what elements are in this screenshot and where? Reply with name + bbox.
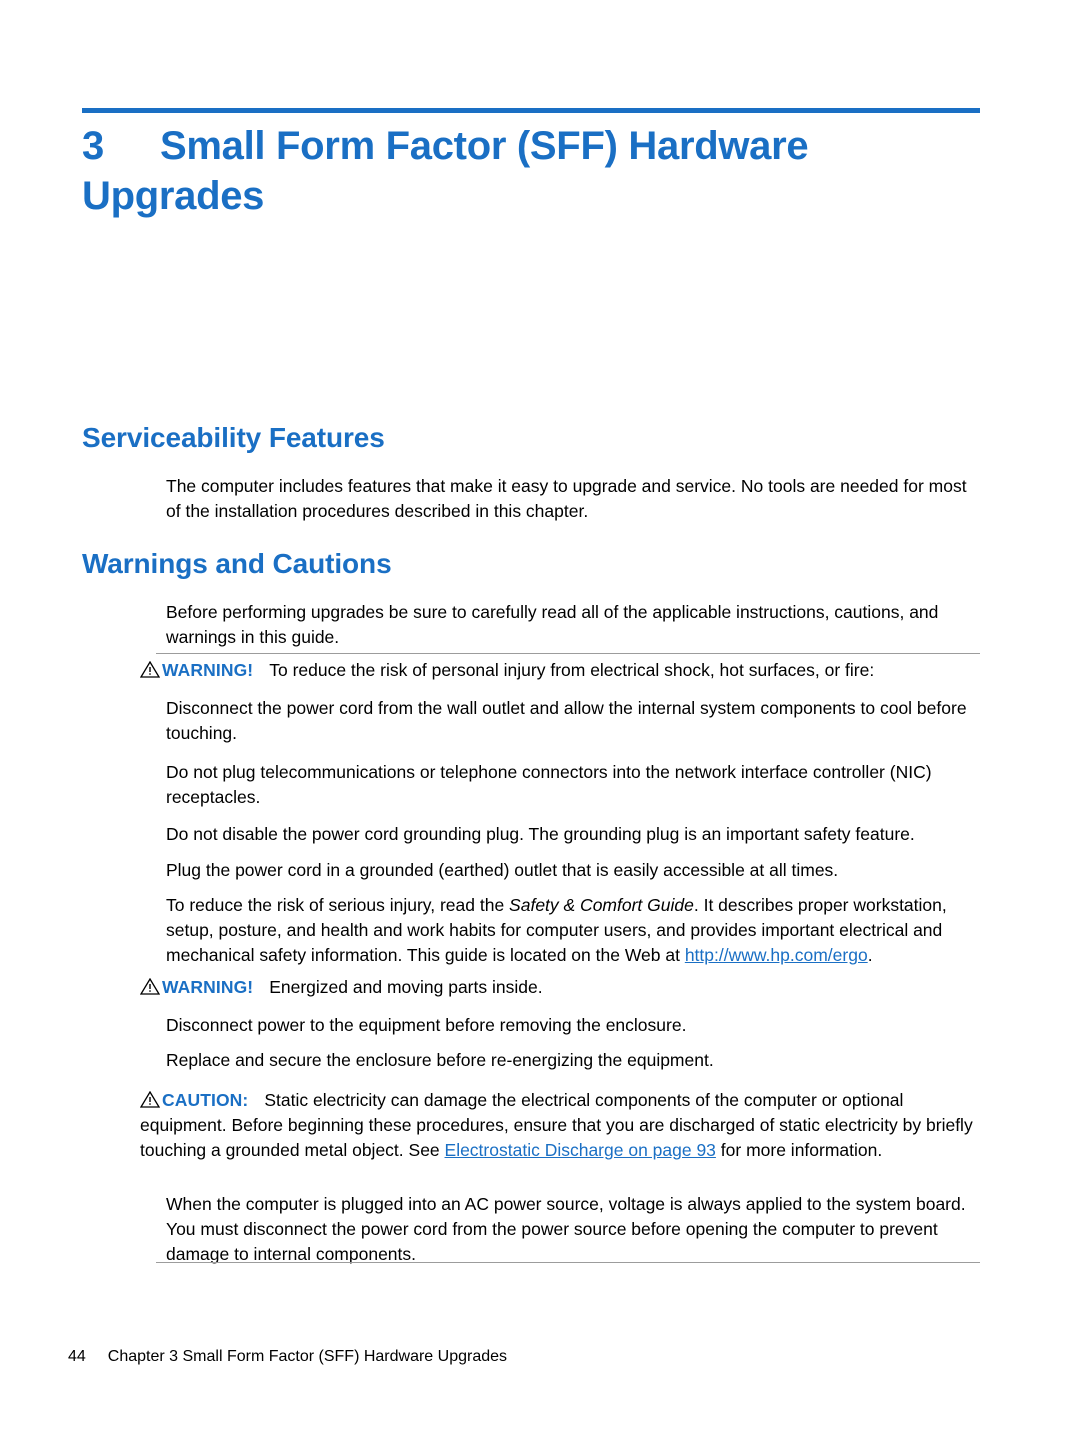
warning-triangle-icon [139, 977, 161, 995]
heading-warnings-and-cautions: Warnings and Cautions [82, 548, 392, 579]
paragraph-warnings-intro: Before performing upgrades be sure to ca… [166, 602, 939, 647]
caution-notice: CAUTION: Static electricity can damage th… [139, 1088, 980, 1163]
warning-label-1: WARNING! [162, 660, 254, 680]
warning1-p5-text-a: To reduce the risk of serious injury, re… [166, 895, 510, 915]
heading-serviceability-features: Serviceability Features [82, 422, 385, 453]
caution-label: CAUTION: [162, 1090, 249, 1110]
chapter-top-rule [82, 108, 980, 113]
electrostatic-discharge-link[interactable]: Electrostatic Discharge on page 93 [445, 1140, 716, 1160]
footer-chapter-text: Chapter 3 Small Form Factor (SFF) Hardwa… [107, 1348, 508, 1365]
warning-text-2: Energized and moving parts inside. [269, 977, 543, 997]
chapter-title-text: Small Form Factor (SFF) Hardware Upgrade… [82, 124, 809, 218]
caution-triangle-icon [139, 1090, 161, 1108]
warning-triangle-icon [139, 660, 161, 678]
safety-comfort-guide-title: Safety & Comfort Guide [509, 895, 694, 915]
chapter-heading: 3 Small Form Factor (SFF) Hardware Upgrad… [82, 122, 982, 221]
notice-rule-top [156, 653, 980, 654]
paragraph-serviceability-body: The computer includes features that make… [166, 476, 967, 521]
warning1-paragraph-5: To reduce the risk of serious injury, re… [166, 893, 980, 968]
warning-text-1: To reduce the risk of personal injury fr… [269, 660, 875, 680]
caution-paragraph-2: When the computer is plugged into an AC … [166, 1194, 966, 1264]
notice-rule-bottom [156, 1262, 980, 1263]
caution-text-b: for more information. [715, 1140, 883, 1160]
warning1-paragraph-3: Do not disable the power cord grounding … [166, 824, 915, 844]
warning1-p5-text-c: . [867, 945, 873, 965]
warning1-paragraph-1: Disconnect the power cord from the wall … [166, 698, 967, 743]
warning-notice-1: WARNING! To reduce the risk of personal i… [139, 658, 980, 683]
warning1-paragraph-4: Plug the power cord in a grounded (earth… [166, 860, 839, 880]
warning1-paragraph-2: Do not plug telecommunications or teleph… [166, 762, 932, 807]
page-footer: 44 Chapter 3 Small Form Factor (SFF) Hard… [68, 1348, 507, 1366]
warning-label-2: WARNING! [162, 977, 254, 997]
footer-page-number: 44 [68, 1348, 86, 1365]
warning-notice-2: WARNING! Energized and moving parts insid… [139, 975, 980, 1000]
document-page: 3 Small Form Factor (SFF) Hardware Upgrad… [0, 0, 1080, 1437]
chapter-number: 3 [82, 124, 104, 168]
hp-ergo-link[interactable]: http://www.hp.com/ergo [685, 945, 868, 965]
warning2-paragraph-1: Disconnect power to the equipment before… [166, 1015, 687, 1035]
warning2-paragraph-2: Replace and secure the enclosure before … [166, 1050, 714, 1070]
